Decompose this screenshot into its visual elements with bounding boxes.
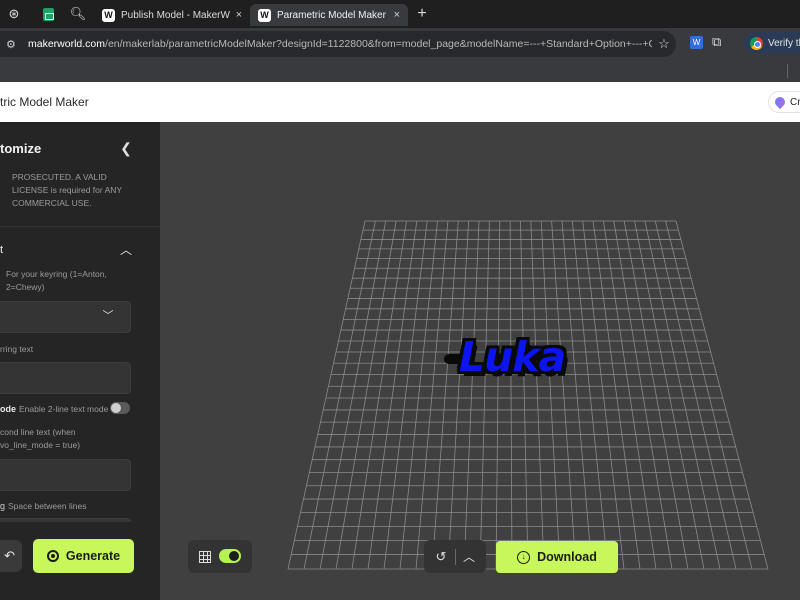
puzzle-icon[interactable]: ⧉ [712, 34, 721, 50]
makerworld-icon: W [102, 8, 115, 22]
page-title: tric Model Maker [0, 95, 89, 109]
bookmarks-bar [0, 60, 800, 82]
font-help: For your keyring (1=Anton, 2=Chewy) [6, 269, 107, 292]
chevron-up-icon[interactable]: ︿ [459, 547, 479, 567]
two-line-mode-help: Enable 2-line text mode [19, 404, 109, 414]
collapse-panel-button[interactable]: ❮ [116, 138, 136, 158]
panel-title: tomize [0, 141, 42, 156]
line-spacing-help: Space between lines [8, 501, 87, 511]
download-icon: ↓ [517, 550, 531, 564]
grid-line [613, 220, 673, 570]
bookmark-star-icon[interactable]: ☆ [652, 36, 676, 52]
profile-label: Verify th [768, 37, 800, 49]
browser-toolbar: ⚙ makerworld.com/en/makerlab/parametricM… [0, 28, 800, 60]
text-help: rring text [0, 344, 34, 354]
line-spacing-label: g [0, 501, 6, 511]
two-line-mode-label: ode [0, 404, 17, 414]
app-header: tric Model Maker Cre [0, 82, 800, 122]
license-notice: PROSECUTED. A VALID LICENSE is required … [12, 172, 122, 208]
browser-tabstrip: ⊛ 🔍︎ W Publish Model - MakerWorld × W Pa… [0, 0, 800, 28]
credit-drop-icon [772, 94, 788, 110]
generate-label: Generate [65, 549, 121, 563]
close-icon[interactable]: × [236, 9, 242, 21]
grid-line [367, 220, 418, 570]
grid-line [335, 220, 397, 570]
grid-icon [199, 551, 211, 563]
grid-line [561, 220, 593, 570]
two-line-mode-toggle[interactable] [110, 402, 130, 414]
extension-icon[interactable]: W [690, 36, 703, 49]
grid-line [675, 220, 769, 570]
chevron-up-icon[interactable]: ︿ [116, 240, 136, 260]
download-button[interactable]: ↓ Download [496, 541, 618, 573]
grid-toggle[interactable] [219, 549, 241, 563]
grid-line [592, 220, 641, 570]
toolbar-divider [787, 64, 788, 78]
grid-line [654, 220, 737, 570]
grid-line [520, 220, 529, 570]
grid-line [540, 220, 561, 570]
grid-line [447, 220, 470, 570]
grid-line [551, 220, 577, 570]
section-title: t [0, 244, 4, 256]
grid-line [582, 220, 625, 570]
tab-parametric-model-maker[interactable]: W Parametric Model Maker × [250, 4, 408, 26]
grid-line [303, 220, 376, 570]
credit-label: Cre [790, 96, 800, 108]
grid-line [603, 220, 657, 570]
grid-line [431, 220, 459, 570]
tab-title: Parametric Model Maker [277, 9, 386, 21]
grid-line [351, 220, 407, 570]
second-line-input[interactable] [0, 459, 131, 491]
grid-line [495, 220, 501, 570]
chevron-down-icon[interactable]: ﹀ [100, 308, 116, 324]
url-text[interactable]: makerworld.com/en/makerlab/parametricMod… [28, 38, 652, 50]
makerworld-icon: W [258, 8, 271, 22]
openai-icon[interactable]: ⊛ [4, 4, 24, 24]
section-divider [0, 226, 160, 227]
tab-title: Publish Model - MakerWorld [121, 9, 230, 21]
profile-button[interactable]: Verify th [744, 32, 800, 54]
grid-line [509, 220, 513, 570]
keyring-model[interactable]: Luka [459, 333, 566, 381]
grid-line [319, 220, 387, 570]
new-tab-button[interactable]: + [414, 5, 430, 23]
credit-button[interactable]: Cre [768, 91, 800, 113]
second-line-help: cond line text (when vo_line_mode = true) [0, 427, 81, 450]
sheets-icon[interactable] [38, 4, 58, 24]
generate-icon [46, 550, 59, 562]
grid-line [571, 220, 609, 570]
site-settings-icon[interactable]: ⚙ [6, 38, 20, 51]
grid-line [287, 220, 366, 570]
grid-line [463, 220, 480, 570]
grid-line [479, 220, 490, 570]
history-icon[interactable]: ↺ [431, 547, 451, 567]
keyring-text-input[interactable] [0, 362, 131, 394]
grid-line [530, 220, 545, 570]
tab-publish-model[interactable]: W Publish Model - MakerWorld × [94, 4, 250, 26]
grid-line [634, 220, 705, 570]
generate-button[interactable]: Generate [33, 539, 134, 573]
search-icon[interactable]: 🔍︎ [68, 4, 88, 24]
undo-button[interactable]: ↶ [0, 540, 22, 572]
address-bar[interactable]: ⚙ makerworld.com/en/makerlab/parametricM… [0, 31, 676, 57]
close-icon[interactable]: × [394, 9, 400, 21]
download-label: Download [537, 550, 597, 564]
chrome-icon [750, 36, 763, 50]
history-divider [455, 549, 456, 565]
